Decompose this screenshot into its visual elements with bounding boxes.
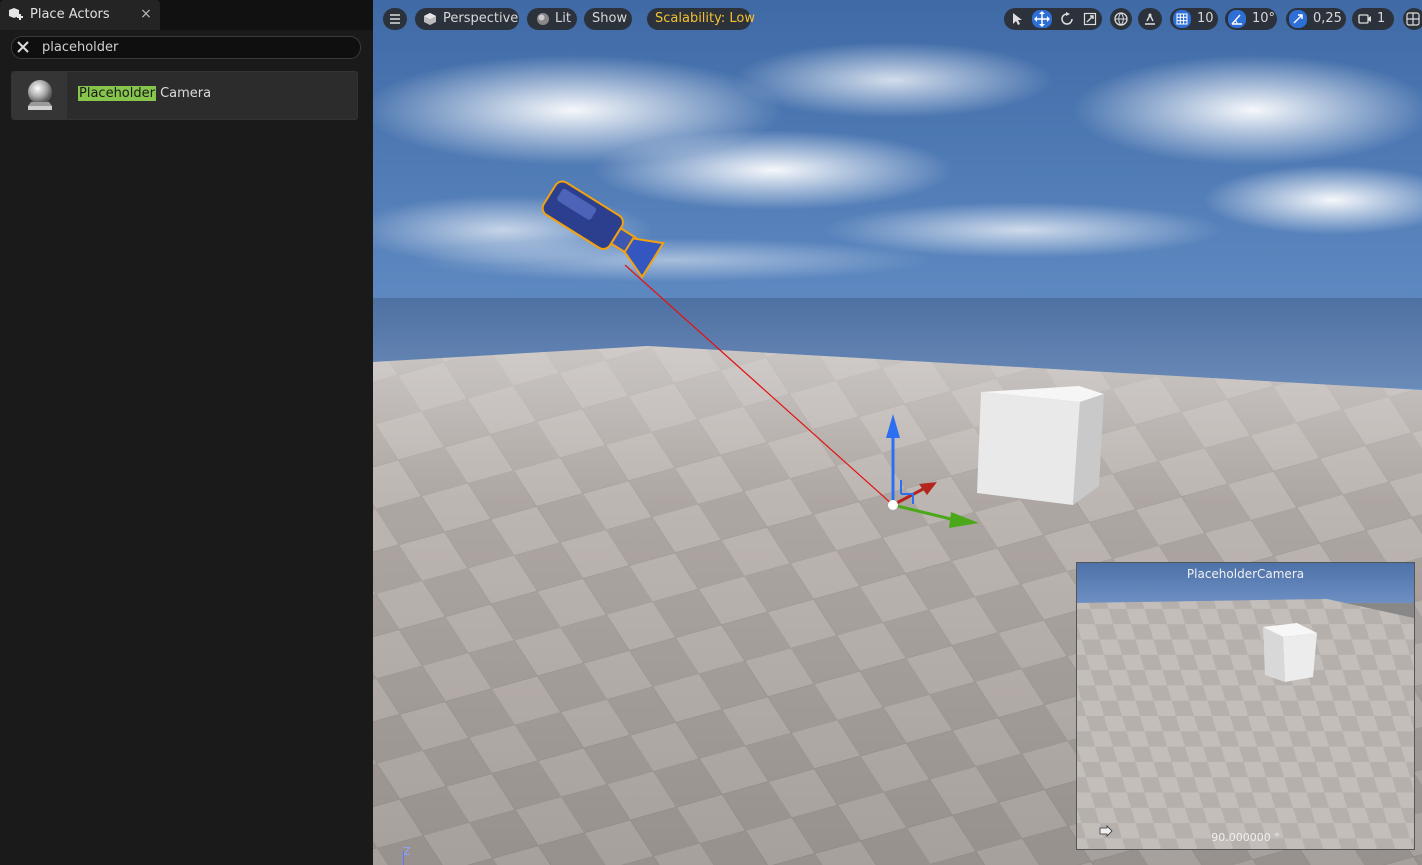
camera-fov-readout: 90.000000 ° xyxy=(1211,831,1280,844)
tab-title: Place Actors xyxy=(30,7,110,22)
surface-snap-icon xyxy=(1145,13,1155,25)
grid-snap-value: 10 xyxy=(1197,11,1214,26)
rotate-icon[interactable] xyxy=(1059,11,1075,27)
result-label: Placeholder Camera xyxy=(78,86,211,101)
rotation-snap-icon xyxy=(1228,10,1246,28)
world-local-button[interactable] xyxy=(1110,8,1132,30)
scale-icon[interactable] xyxy=(1082,11,1098,27)
scale-snap-control[interactable]: 0,25 xyxy=(1286,8,1346,30)
perspective-label: Perspective xyxy=(443,11,519,26)
lit-label: Lit xyxy=(555,11,571,26)
transform-tools xyxy=(1004,8,1102,30)
hamburger-icon xyxy=(390,14,400,24)
result-item-placeholder-camera[interactable]: Placeholder Camera xyxy=(11,71,358,120)
camera-speed-value: 1 xyxy=(1377,11,1386,26)
lit-sphere-icon xyxy=(537,13,549,25)
camera-preview-scene xyxy=(1077,563,1414,849)
rotation-snap-control[interactable]: 10° xyxy=(1225,8,1277,30)
lit-button[interactable]: Lit xyxy=(527,8,577,30)
globe-icon xyxy=(1114,12,1128,26)
scalability-button[interactable]: Scalability: Low xyxy=(647,8,755,30)
scale-snap-value: 0,25 xyxy=(1313,11,1342,26)
viewport-layout-button[interactable] xyxy=(1403,8,1422,30)
grid-snap-icon xyxy=(1173,10,1191,28)
layout-grid-icon xyxy=(1406,12,1420,26)
axis-z-label: Z xyxy=(403,845,411,858)
actor-sphere-icon xyxy=(28,80,52,110)
scale-snap-icon xyxy=(1289,10,1307,28)
tab-bar: Place Actors × xyxy=(0,0,373,30)
show-label: Show xyxy=(592,11,628,26)
select-arrow-icon[interactable] xyxy=(1009,11,1025,27)
result-label-rest: Camera xyxy=(155,86,212,101)
camera-speed-icon xyxy=(1358,14,1371,24)
panel-body xyxy=(0,30,370,865)
perspective-button[interactable]: Perspective xyxy=(415,8,519,30)
tab-place-actors[interactable]: Place Actors × xyxy=(0,0,160,30)
search-input[interactable] xyxy=(38,37,346,57)
axis-z-line xyxy=(403,851,404,865)
camera-preview-title: PlaceholderCamera xyxy=(1186,567,1305,581)
place-actors-panel: Place Actors × Placeholder xyxy=(0,0,373,865)
camera-preview: PlaceholderCamera 90.000000 ° xyxy=(1076,562,1415,850)
clear-search-icon[interactable] xyxy=(15,39,31,55)
close-icon[interactable]: × xyxy=(138,5,154,23)
grid-snap-control[interactable]: 10 xyxy=(1170,8,1218,30)
surface-snap-button[interactable] xyxy=(1138,8,1162,30)
translate-icon[interactable] xyxy=(1032,10,1052,28)
rotation-snap-value: 10° xyxy=(1252,11,1276,26)
scalability-label: Scalability: Low xyxy=(655,11,755,26)
camera-speed-control[interactable]: 1 xyxy=(1352,8,1394,30)
show-button[interactable]: Show xyxy=(584,8,632,30)
viewport-menu-button[interactable] xyxy=(383,8,407,30)
place-actors-icon xyxy=(9,8,23,20)
result-label-highlight: Placeholder xyxy=(78,86,156,101)
perspective-cube-icon xyxy=(424,13,436,25)
result-thumbnail xyxy=(12,72,67,119)
